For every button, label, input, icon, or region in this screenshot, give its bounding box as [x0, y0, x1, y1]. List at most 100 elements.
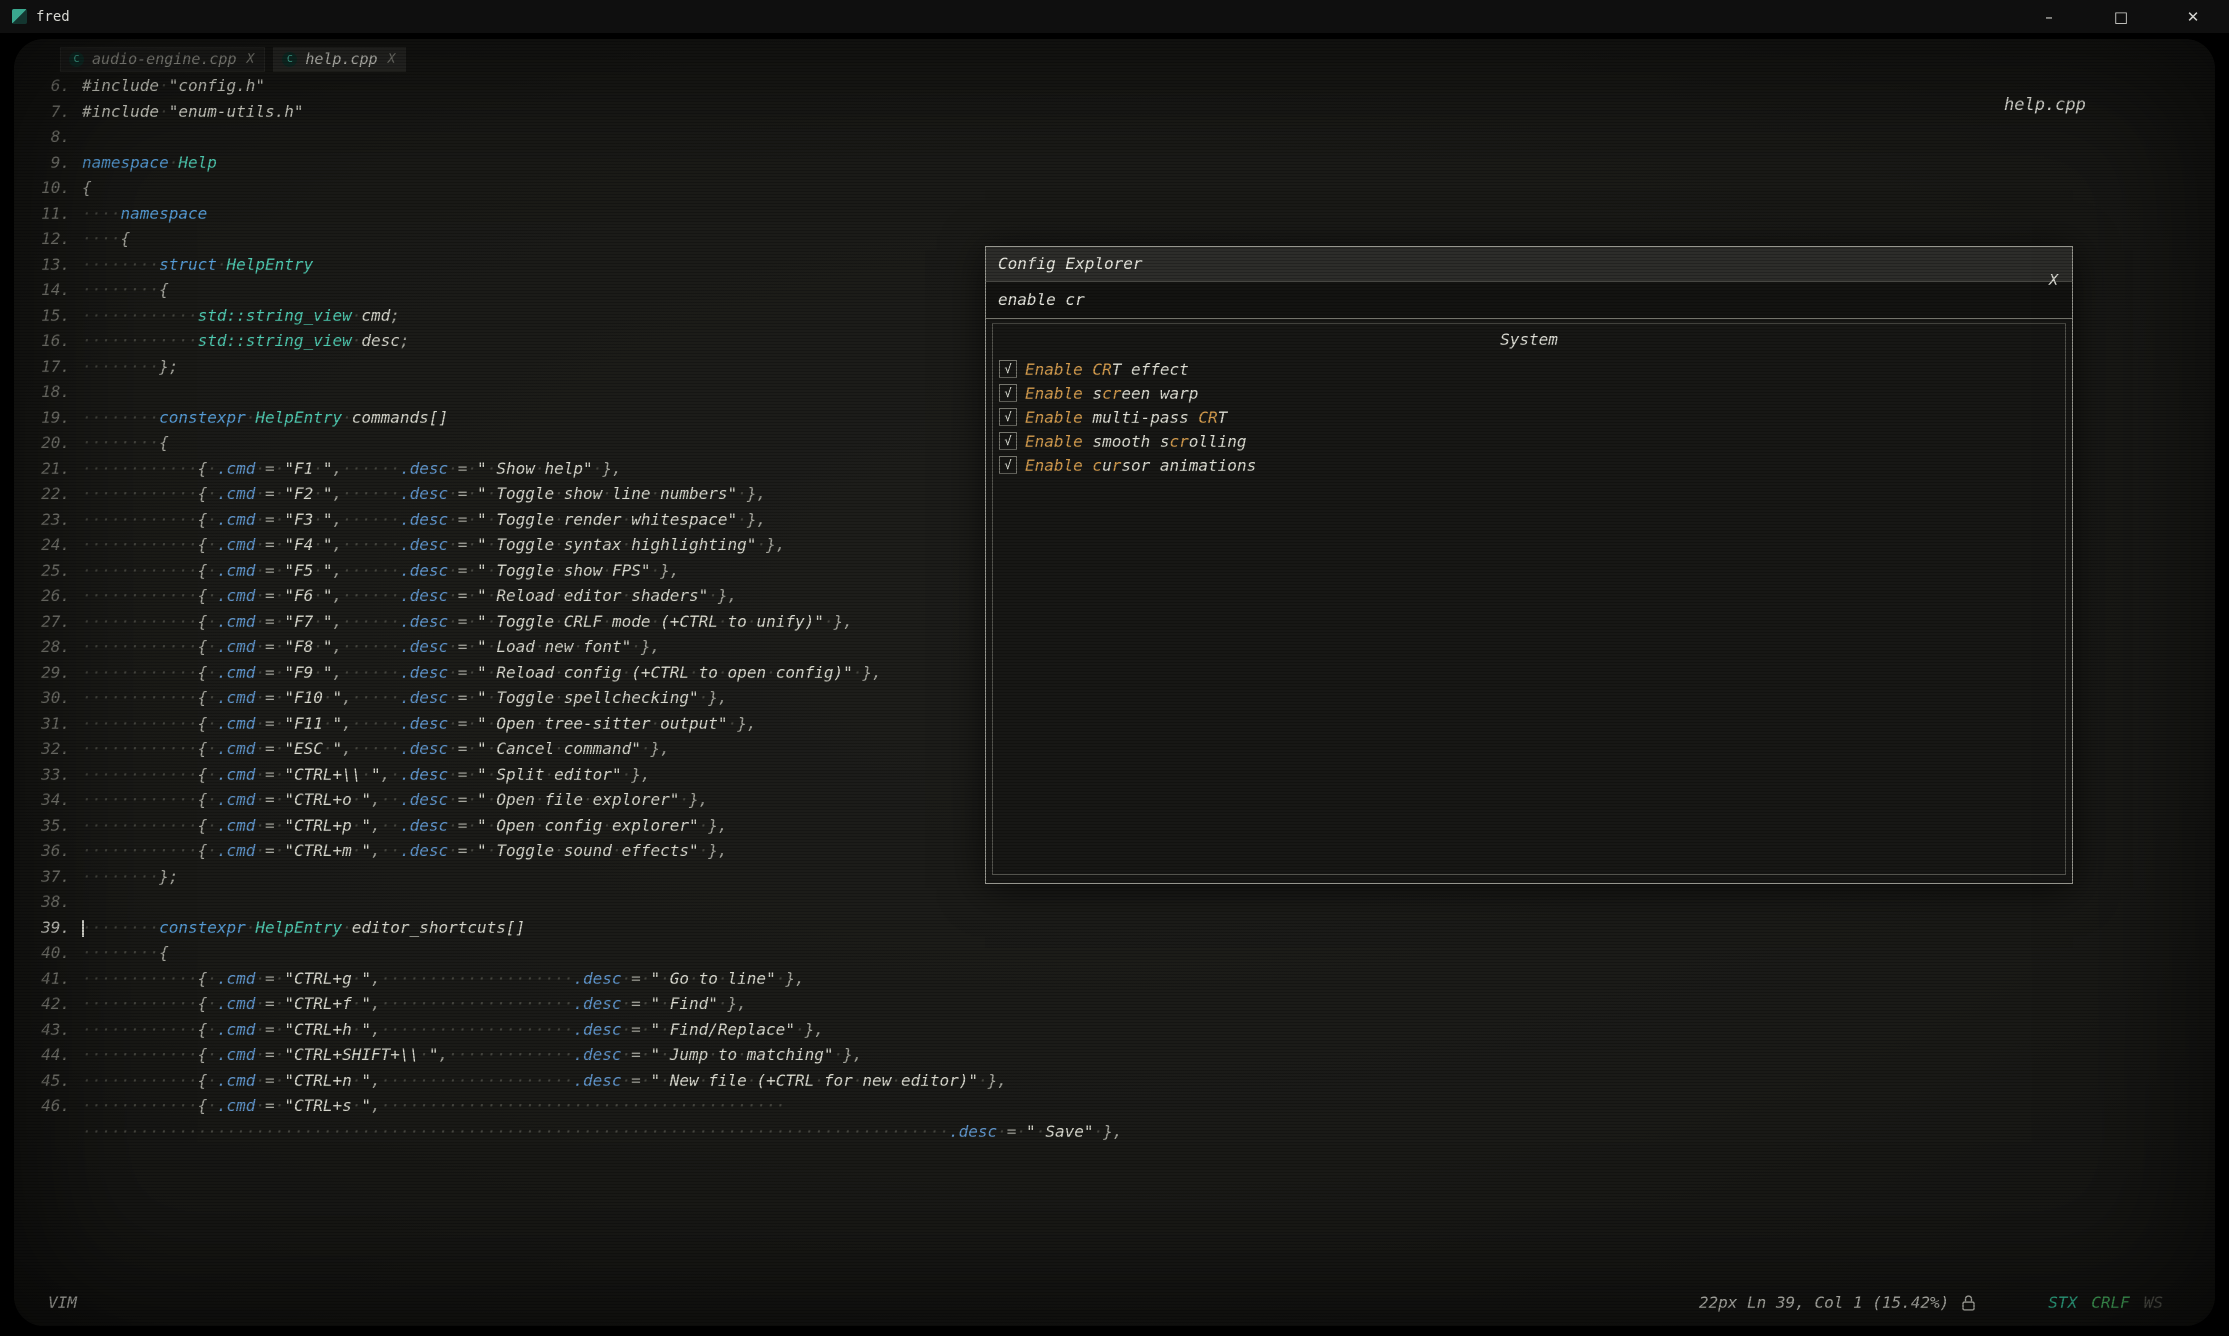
code-line[interactable]: 42.············{·.cmd·=·"CTRL+f·",······…: [24, 991, 2213, 1017]
status-bar: VIM 22px Ln 39, Col 1 (15.42%) STX CRLF WS: [14, 1284, 2215, 1320]
close-button[interactable]: ✕: [2157, 0, 2229, 33]
line-number: 42.: [24, 991, 70, 1017]
line-number: 26.: [24, 583, 70, 609]
tab-label: help.cpp: [305, 50, 377, 68]
line-number: 43.: [24, 1017, 70, 1043]
status-flag-stx: STX: [2048, 1293, 2077, 1312]
checkbox-checked-icon[interactable]: √: [999, 432, 1017, 450]
line-number: 33.: [24, 762, 70, 788]
checkbox-checked-icon[interactable]: √: [999, 408, 1017, 426]
config-item-label: Enable screen warp: [1025, 384, 1198, 403]
file-indicator: help.cpp: [2004, 95, 2086, 115]
line-number: 13.: [24, 252, 70, 278]
config-explorer-window: Config Explorer X enable cr System √ Enab…: [985, 246, 2073, 884]
line-number: 25.: [24, 558, 70, 584]
line-number: 36.: [24, 838, 70, 864]
checkbox-checked-icon[interactable]: √: [999, 384, 1017, 402]
line-number: 40.: [24, 940, 70, 966]
line-number: 37.: [24, 864, 70, 890]
cpp-file-icon: C: [69, 52, 84, 67]
code-line[interactable]: 6.#include·"config.h": [24, 73, 2213, 99]
line-number: 38.: [24, 889, 70, 915]
code-line[interactable]: 8.: [24, 124, 2213, 150]
config-item[interactable]: √ Enable screen warp: [999, 381, 2065, 405]
config-item-label: Enable cursor animations: [1025, 456, 1256, 475]
line-number: 28.: [24, 634, 70, 660]
code-line[interactable]: 45.············{·.cmd·=·"CTRL+n·",······…: [24, 1068, 2213, 1094]
editor-viewport: 6.#include·"config.h"7.#include·"enum-ut…: [14, 39, 2215, 1326]
vim-mode-indicator: VIM: [48, 1293, 77, 1312]
line-number: 21.: [24, 456, 70, 482]
config-item[interactable]: √ Enable CRT effect: [999, 357, 2065, 381]
config-item[interactable]: √ Enable cursor animations: [999, 453, 2065, 477]
tab-audio-engine-cpp[interactable]: Caudio-engine.cpp X: [60, 47, 265, 72]
config-item[interactable]: √ Enable multi-pass CRT: [999, 405, 2065, 429]
tab-close-button[interactable]: X: [388, 52, 396, 67]
line-number: 44.: [24, 1042, 70, 1068]
line-number: 31.: [24, 711, 70, 737]
status-flags: STX CRLF WS: [2048, 1293, 2163, 1312]
checkbox-checked-icon[interactable]: √: [999, 456, 1017, 474]
code-line[interactable]: 44.············{·.cmd·=·"CTRL+SHIFT+\\·"…: [24, 1042, 2213, 1068]
code-line[interactable]: ········································…: [24, 1119, 2213, 1145]
checkbox-checked-icon[interactable]: √: [999, 360, 1017, 378]
tab-help-cpp[interactable]: Chelp.cpp X: [273, 47, 406, 72]
line-number: 32.: [24, 736, 70, 762]
line-number: 39.: [24, 915, 70, 941]
window-controls: – □ ✕: [2013, 0, 2229, 33]
line-number: 29.: [24, 660, 70, 686]
code-line[interactable]: 11.····namespace: [24, 201, 2213, 227]
line-number: 27.: [24, 609, 70, 635]
line-number: 12.: [24, 226, 70, 252]
cpp-file-icon: C: [282, 52, 297, 67]
code-line[interactable]: 9.namespace·Help: [24, 150, 2213, 176]
line-number: 34.: [24, 787, 70, 813]
config-item[interactable]: √ Enable smooth scrolling: [999, 429, 2065, 453]
config-item-label: Enable smooth scrolling: [1025, 432, 1247, 451]
window-title: fred: [36, 9, 70, 25]
code-line[interactable]: 43.············{·.cmd·=·"CTRL+h·",······…: [24, 1017, 2213, 1043]
line-number: 15.: [24, 303, 70, 329]
config-content-box: System √ Enable CRT effect √ Enable screen …: [992, 323, 2066, 875]
tab-bar: Caudio-engine.cpp X Chelp.cpp X: [60, 47, 406, 72]
line-number: 8.: [24, 124, 70, 150]
config-item-label: Enable CRT effect: [1025, 360, 1189, 379]
line-number: 14.: [24, 277, 70, 303]
code-line[interactable]: 46.············{·.cmd·=·"CTRL+s·",······…: [24, 1093, 2213, 1119]
line-number: 41.: [24, 966, 70, 992]
line-number: 10.: [24, 175, 70, 201]
line-number: 46.: [24, 1093, 70, 1119]
config-explorer-title: Config Explorer: [986, 247, 2072, 282]
tab-close-button[interactable]: X: [247, 52, 255, 67]
line-number: 24.: [24, 532, 70, 558]
lock-icon: [1961, 1294, 1976, 1311]
window-titlebar: fred – □ ✕: [0, 0, 2229, 33]
line-number: 7.: [24, 99, 70, 125]
code-line[interactable]: 40.········{: [24, 940, 2213, 966]
cursor-position: 22px Ln 39, Col 1 (15.42%): [1699, 1293, 1949, 1312]
line-number: 6.: [24, 73, 70, 99]
config-section-header: System: [993, 324, 2065, 357]
code-line[interactable]: 38.: [24, 889, 2213, 915]
code-line[interactable]: 10.{: [24, 175, 2213, 201]
code-line[interactable]: 41.············{·.cmd·=·"CTRL+g·",······…: [24, 966, 2213, 992]
code-line[interactable]: 39.········constexpr·HelpEntry·editor_sh…: [24, 915, 2213, 941]
line-number: 30.: [24, 685, 70, 711]
minimize-button[interactable]: –: [2013, 0, 2085, 33]
status-flag-crlf: CRLF: [2091, 1293, 2130, 1312]
line-number: 11.: [24, 201, 70, 227]
line-number: 18.: [24, 379, 70, 405]
config-item-label: Enable multi-pass CRT: [1025, 408, 1227, 427]
line-number: 17.: [24, 354, 70, 380]
tab-label: audio-engine.cpp: [92, 50, 237, 68]
config-close-button[interactable]: X: [2049, 271, 2058, 289]
status-flag-ws: WS: [2144, 1293, 2163, 1312]
line-number: 22.: [24, 481, 70, 507]
line-number: 19.: [24, 405, 70, 431]
code-line[interactable]: 7.#include·"enum-utils.h": [24, 99, 2213, 125]
line-number: 16.: [24, 328, 70, 354]
config-search-input[interactable]: enable cr: [986, 282, 2072, 319]
maximize-button[interactable]: □: [2085, 0, 2157, 33]
line-number: 45.: [24, 1068, 70, 1094]
line-number: 9.: [24, 150, 70, 176]
